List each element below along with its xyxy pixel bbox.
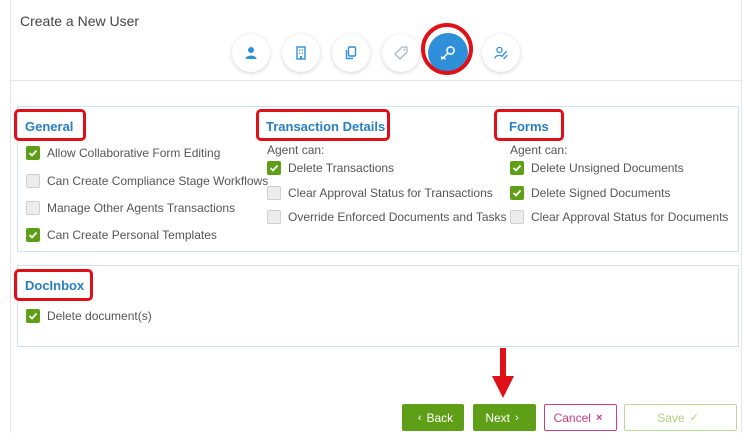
user-icon	[245, 47, 257, 59]
step-user[interactable]	[232, 34, 270, 72]
checkbox[interactable]	[26, 309, 40, 323]
annotation-circle	[421, 23, 473, 75]
option-delete-signed-documents[interactable]: Delete Signed Documents	[510, 186, 670, 200]
back-button[interactable]: ‹ Back	[402, 404, 464, 431]
option-label: Allow Collaborative Form Editing	[47, 146, 221, 160]
user-link-icon	[494, 46, 508, 60]
checkmark-icon	[28, 231, 38, 239]
close-icon: ×	[595, 411, 603, 424]
option-label: Manage Other Agents Transactions	[47, 201, 236, 215]
docinbox-section-title: DocInbox	[25, 278, 85, 293]
building-icon	[296, 46, 306, 60]
annotation-arrow-icon	[492, 348, 514, 398]
checkbox[interactable]	[26, 228, 40, 242]
checkbox[interactable]	[510, 186, 524, 200]
checkbox[interactable]	[26, 174, 40, 188]
option-can-create-compliance-stage-workflows[interactable]: Can Create Compliance Stage Workflows	[26, 174, 268, 188]
save-button-label: Save	[657, 410, 685, 425]
back-button-label: Back	[426, 410, 454, 425]
chevron-right-icon: ›	[515, 411, 519, 424]
checkmark-icon	[512, 164, 522, 172]
checkbox[interactable]	[510, 161, 524, 175]
forms-subtitle: Agent can:	[510, 143, 568, 157]
option-label: Delete document(s)	[47, 309, 152, 323]
checkbox[interactable]	[267, 186, 281, 200]
checkbox[interactable]	[267, 161, 281, 175]
tag-icon	[394, 46, 408, 60]
option-clear-approval-status-for-transactions[interactable]: Clear Approval Status for Transactions	[267, 186, 493, 200]
option-delete-transactions[interactable]: Delete Transactions	[267, 161, 394, 175]
check-icon: ✓	[689, 412, 699, 424]
step-tags[interactable]	[382, 34, 420, 72]
step-office[interactable]	[282, 34, 320, 72]
step-documents[interactable]	[332, 34, 370, 72]
checkbox[interactable]	[26, 146, 40, 160]
general-section-title: General	[25, 119, 74, 134]
option-label: Can Create Compliance Stage Workflows	[47, 174, 269, 188]
header-divider	[11, 80, 741, 81]
forms-section-title: Forms	[509, 119, 549, 134]
option-allow-collaborative-form-editing[interactable]: Allow Collaborative Form Editing	[26, 146, 220, 160]
option-delete-unsigned-documents[interactable]: Delete Unsigned Documents	[510, 161, 684, 175]
option-label: Override Enforced Documents and Tasks	[288, 210, 507, 224]
cancel-button[interactable]: Cancel ×	[544, 404, 617, 431]
option-clear-approval-status-for-documents[interactable]: Clear Approval Status for Documents	[510, 210, 728, 224]
docinbox-panel	[17, 265, 739, 347]
save-button[interactable]: Save ✓	[624, 404, 737, 431]
checkmark-icon	[28, 149, 38, 157]
option-can-create-personal-templates[interactable]: Can Create Personal Templates	[26, 228, 217, 242]
checkbox[interactable]	[267, 210, 281, 224]
checkbox[interactable]	[26, 201, 40, 215]
cancel-button-label: Cancel	[553, 410, 591, 425]
checkbox[interactable]	[510, 210, 524, 224]
option-label: Delete Signed Documents	[531, 186, 671, 200]
option-delete-documents[interactable]: Delete document(s)	[26, 309, 152, 323]
option-label: Delete Transactions	[288, 161, 395, 175]
option-override-enforced-documents-and-tasks[interactable]: Override Enforced Documents and Tasks	[267, 210, 507, 224]
step-user-link[interactable]	[482, 34, 520, 72]
next-button-label: Next	[485, 410, 510, 425]
copy-icon	[345, 46, 357, 60]
transaction-details-subtitle: Agent can:	[267, 143, 325, 157]
option-label: Delete Unsigned Documents	[531, 161, 684, 175]
checkmark-icon	[269, 164, 279, 172]
next-button[interactable]: Next ›	[473, 404, 536, 431]
checkmark-icon	[512, 189, 522, 197]
step-navigation	[0, 32, 744, 76]
option-label: Can Create Personal Templates	[47, 228, 217, 242]
option-label: Clear Approval Status for Transactions	[288, 186, 493, 200]
page-title: Create a New User	[20, 13, 140, 29]
checkmark-icon	[28, 312, 38, 320]
chevron-left-icon: ‹	[417, 411, 422, 424]
transaction-details-section-title: Transaction Details	[266, 119, 386, 134]
option-label: Clear Approval Status for Documents	[531, 210, 729, 224]
option-manage-other-agents-transactions[interactable]: Manage Other Agents Transactions	[26, 201, 235, 215]
